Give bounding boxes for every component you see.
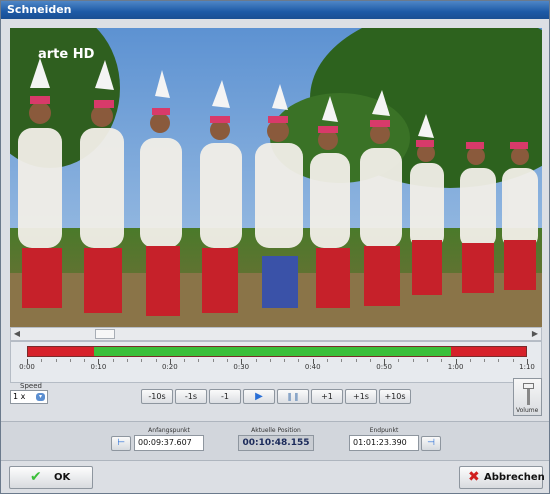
minor-tick <box>227 359 228 362</box>
set-start-button[interactable]: ⊢ <box>111 436 131 451</box>
pause-button[interactable]: ❚❚ <box>277 389 309 404</box>
timeline-panel[interactable]: 0:00 0:10 0:20 0:30 0:40 0:50 1:00 1:10 <box>10 341 542 383</box>
cut-points-panel: ⊢ Anfangspunkt 00:09:37.607 Aktuelle Pos… <box>1 421 549 461</box>
play-icon: ▶ <box>255 391 263 402</box>
forward-1-frame-button[interactable]: +1 <box>311 389 343 404</box>
minor-tick <box>484 359 486 362</box>
volume-label: Volume <box>516 407 539 414</box>
play-button[interactable]: ▶ <box>243 389 275 404</box>
minor-tick <box>327 359 328 362</box>
minor-tick <box>341 359 343 362</box>
minor-tick <box>269 359 271 362</box>
window-title: Schneiden <box>7 3 72 16</box>
dropdown-icon[interactable]: ▾ <box>36 393 45 401</box>
cancel-label: Abbrechen <box>484 472 545 483</box>
minor-tick <box>141 359 143 362</box>
forward-1s-button[interactable]: +1s <box>345 389 377 404</box>
title-bar: Schneiden <box>1 1 549 19</box>
tick-label: 1:10 <box>519 363 535 371</box>
tick-label: 0:40 <box>304 363 321 371</box>
ok-button[interactable]: ✔ OK <box>9 466 93 489</box>
tick-label: 0:20 <box>161 363 178 371</box>
cut-range-bar[interactable] <box>27 346 527 357</box>
minor-tick <box>155 359 157 362</box>
close-icon: ✖ <box>468 469 480 485</box>
set-end-button[interactable]: ⊣ <box>421 436 441 451</box>
horizontal-scrollbar[interactable]: ◀ ▶ <box>10 327 542 341</box>
pause-icon: ❚❚ <box>286 392 300 401</box>
current-position-display: 00:10:48.155 <box>238 435 314 451</box>
minor-tick <box>112 359 114 362</box>
back-1-frame-button[interactable]: -1 <box>209 389 241 404</box>
minor-tick <box>41 359 43 362</box>
scroll-thumb[interactable] <box>95 329 115 339</box>
minor-tick <box>369 359 371 362</box>
checkmark-icon: ✔ <box>30 469 42 485</box>
minor-tick <box>398 359 400 362</box>
forward-10s-button[interactable]: +10s <box>379 389 411 404</box>
speed-label: Speed <box>20 382 42 390</box>
set-end-icon: ⊣ <box>427 438 435 448</box>
minor-tick <box>441 359 443 362</box>
minor-tick <box>298 359 300 362</box>
tick-label: 0:50 <box>376 363 393 371</box>
minor-tick <box>198 359 200 362</box>
ok-label: OK <box>54 472 71 483</box>
end-point-field[interactable]: 01:01:23.390 <box>349 435 419 451</box>
speed-value: 1 x <box>13 392 26 401</box>
tick-label: 1:00 <box>447 363 464 371</box>
set-start-icon: ⊢ <box>117 438 125 448</box>
minor-tick <box>498 359 500 362</box>
scroll-right-icon[interactable]: ▶ <box>529 328 541 340</box>
minor-tick <box>127 359 128 362</box>
minor-tick <box>284 359 286 362</box>
tick-label: 0:00 <box>19 363 35 371</box>
minor-tick <box>469 359 471 362</box>
minor-tick <box>69 359 71 362</box>
dialog-footer: ✔ OK ✖ Abbrechen <box>1 462 549 493</box>
minor-tick <box>84 359 86 362</box>
tick-label: 0:30 <box>233 363 250 371</box>
minor-tick <box>184 359 186 362</box>
minor-tick <box>427 359 428 362</box>
cancel-button[interactable]: ✖ Abbrechen <box>459 466 545 489</box>
channel-logo: arte HD <box>38 47 95 62</box>
back-10s-button[interactable]: -10s <box>141 389 173 404</box>
video-preview: arte HD <box>10 28 542 327</box>
minor-tick <box>255 359 257 362</box>
end-label: Endpunkt <box>369 427 399 434</box>
video-frame: arte HD <box>10 28 542 327</box>
minor-tick <box>412 359 414 362</box>
volume-knob[interactable] <box>523 383 534 389</box>
minor-tick <box>212 359 214 362</box>
cut-dialog: Schneiden arte HD ◀ ▶ 0:00 0:10 0:20 0:3… <box>0 0 550 494</box>
start-point-field[interactable]: 00:09:37.607 <box>134 435 204 451</box>
back-1s-button[interactable]: -1s <box>175 389 207 404</box>
minor-tick <box>355 359 357 362</box>
start-label: Anfangspunkt <box>148 427 190 434</box>
tick-label: 0:10 <box>90 363 107 371</box>
selected-range[interactable] <box>94 347 451 356</box>
minor-tick <box>512 359 514 362</box>
minor-tick <box>55 359 57 362</box>
speed-select[interactable]: 1 x ▾ <box>10 390 48 404</box>
volume-slider[interactable]: Volume <box>513 378 542 416</box>
current-position-label: Aktuelle Position <box>251 427 301 434</box>
scroll-left-icon[interactable]: ◀ <box>11 328 23 340</box>
